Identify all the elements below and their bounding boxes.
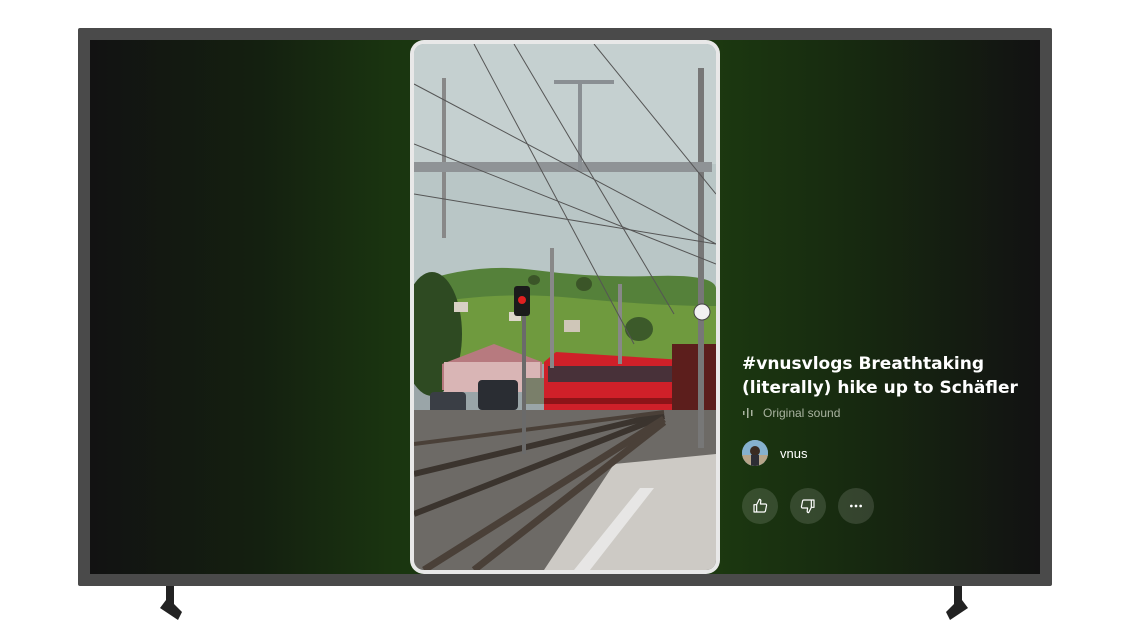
video-title[interactable]: #vnusvlogs Breathtaking (literally) hike… — [742, 352, 1032, 400]
sound-wave-icon — [743, 408, 753, 418]
video-info-panel: #vnusvlogs Breathtaking (literally) hike… — [742, 352, 1032, 524]
video-frame[interactable] — [414, 44, 716, 570]
like-button[interactable] — [742, 488, 778, 524]
channel-name[interactable]: vnus — [780, 446, 807, 461]
tv-screen: #vnusvlogs Breathtaking (literally) hike… — [90, 40, 1040, 574]
video-player[interactable] — [410, 40, 720, 574]
more-options-button[interactable] — [838, 488, 874, 524]
channel-row[interactable]: vnus — [742, 440, 1032, 466]
thumbs-up-icon — [753, 498, 768, 513]
channel-avatar[interactable] — [742, 440, 768, 466]
dislike-button[interactable] — [790, 488, 826, 524]
video-thumbnail — [414, 44, 716, 570]
tv-stand-right — [946, 586, 968, 622]
tv-stand-left — [156, 586, 182, 622]
more-horizontal-icon — [850, 504, 862, 508]
sound-row[interactable]: Original sound — [742, 406, 1032, 420]
sound-label: Original sound — [763, 406, 841, 420]
action-buttons — [742, 488, 1032, 524]
thumbs-down-icon — [800, 499, 815, 514]
